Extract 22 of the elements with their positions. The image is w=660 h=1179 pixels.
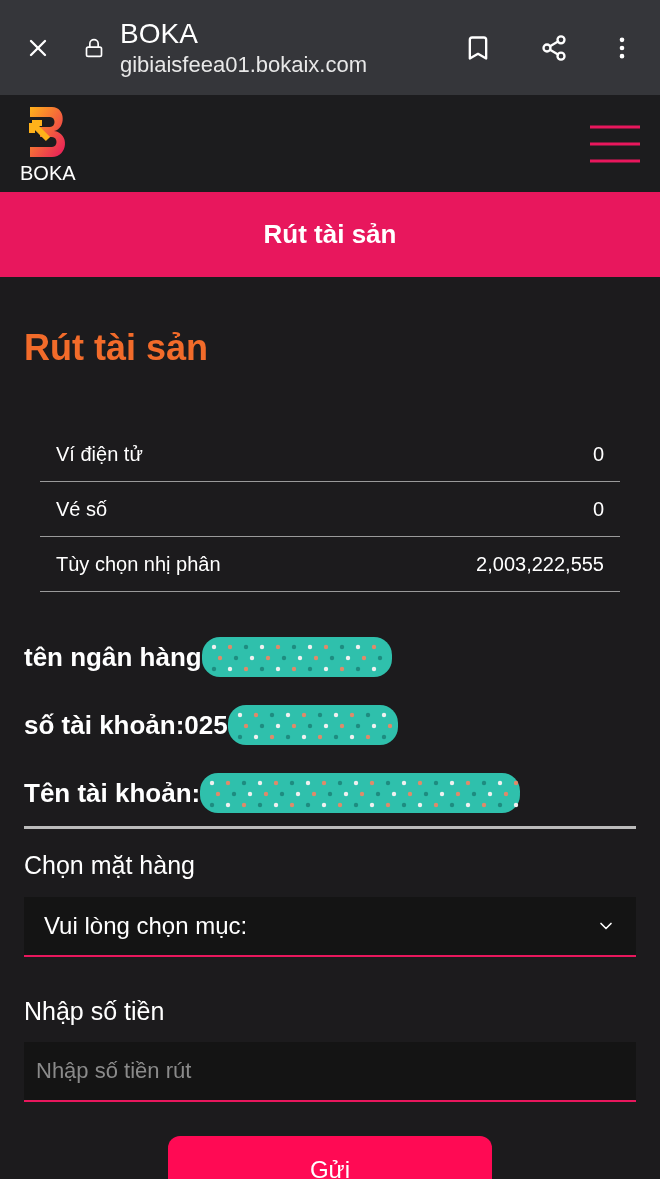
- url-text: gibiaisfeea01.bokaix.com: [120, 51, 369, 79]
- account-info-text: số tài khoản:025: [24, 708, 228, 742]
- account-info-text: Tên tài khoản:: [24, 776, 201, 810]
- balance-value: 0: [592, 442, 604, 467]
- banner-title: Rút tài sản: [263, 218, 397, 251]
- field-label: Nhập số tiền: [24, 995, 166, 1027]
- item-select[interactable]: Vui lòng chọn mục:: [24, 896, 636, 957]
- balance-value: 2,003,222,555: [476, 552, 604, 577]
- page-title: BOKA: [120, 17, 199, 52]
- field-label: Chọn mặt hàng: [24, 850, 196, 881]
- submit-button[interactable]: Gửi: [168, 1136, 492, 1179]
- logo-text: BOKA: [20, 162, 76, 183]
- balance-label: Tùy chọn nhị phân: [56, 552, 221, 577]
- share-icon[interactable]: [540, 33, 568, 62]
- lock-icon: [84, 37, 104, 58]
- balance-label: Vé số: [56, 497, 108, 522]
- amount-input[interactable]: Nhập số tiền rút: [24, 1042, 636, 1102]
- balance-label: Ví điện tử: [56, 442, 143, 467]
- menu-icon[interactable]: [590, 124, 640, 163]
- section-title: Rút tài sản: [24, 326, 210, 370]
- account-info-text: tên ngân hàng: [24, 640, 202, 674]
- balance-value: 0: [592, 497, 604, 522]
